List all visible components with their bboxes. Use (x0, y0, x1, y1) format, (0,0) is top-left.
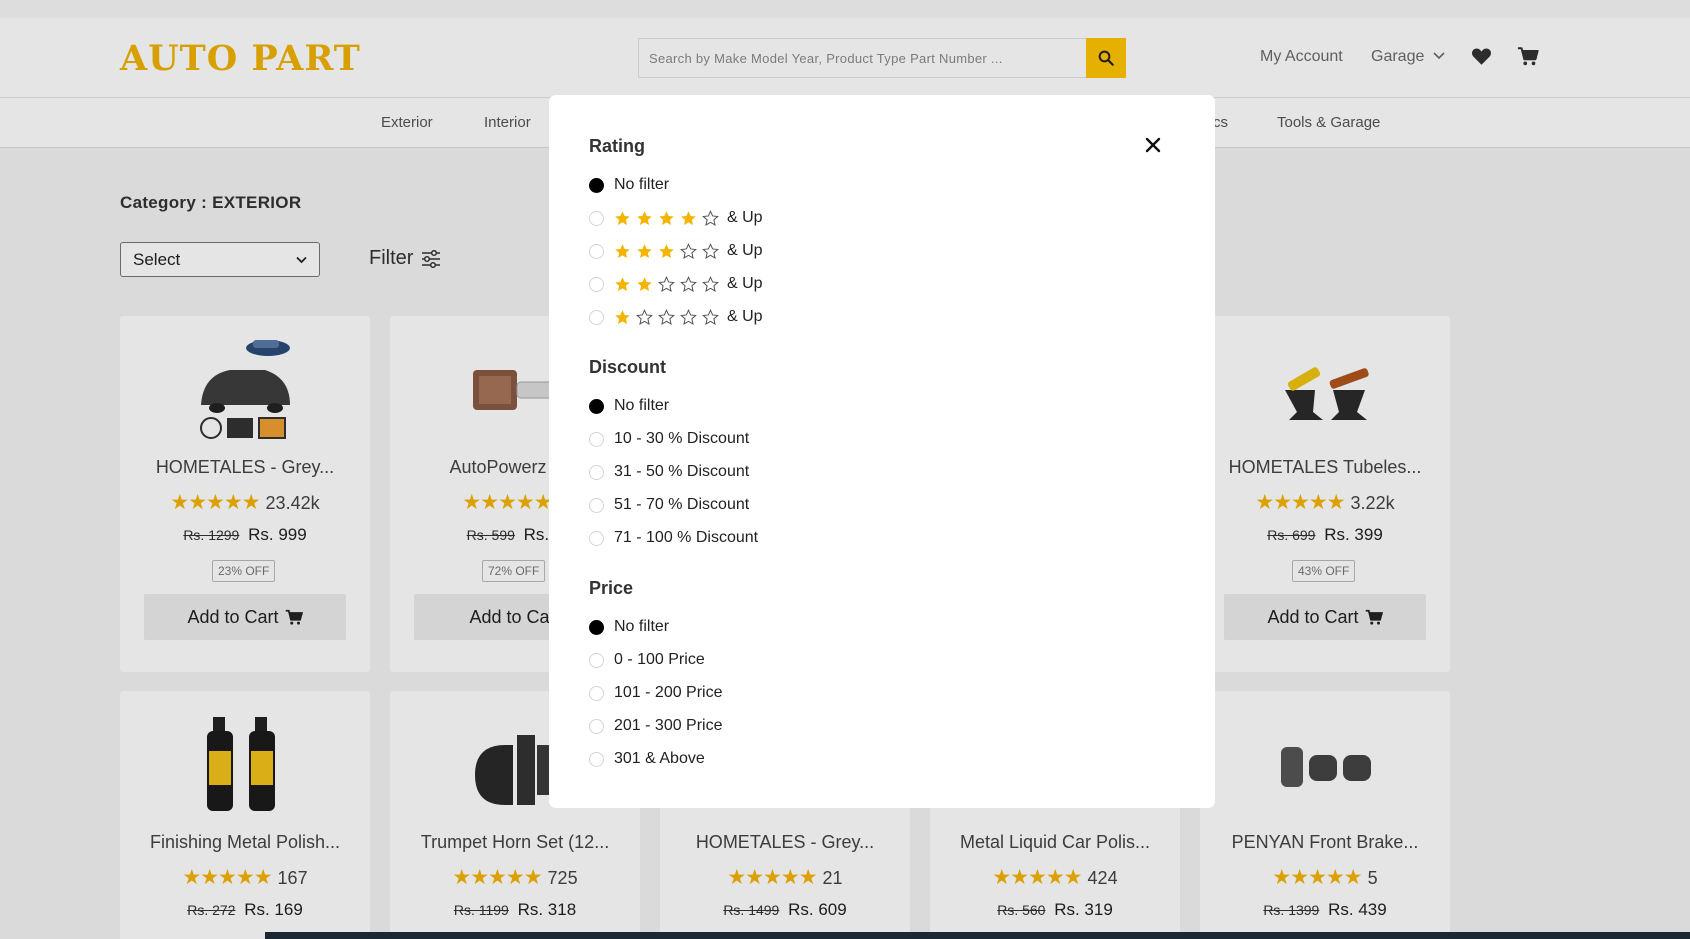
discount-option-none[interactable]: No filter (589, 396, 669, 416)
option-label: 71 - 100 % Discount (614, 529, 759, 546)
close-button[interactable] (1139, 131, 1167, 159)
option-label: & Up (727, 209, 763, 226)
filter-modal: Rating No filter & Up & Up & Up & Up Dis… (549, 95, 1215, 808)
radio-button[interactable] (589, 497, 604, 513)
option-label: & Up (727, 275, 763, 292)
radio-button[interactable] (589, 652, 604, 668)
star-empty-icon (702, 275, 719, 292)
price-option[interactable]: 201 - 300 Price (589, 716, 723, 736)
star-filled-icon (637, 210, 652, 225)
rating-stars (614, 275, 719, 293)
star-filled-icon (637, 276, 652, 291)
star-empty-icon (636, 308, 653, 325)
star-empty-icon (702, 308, 719, 325)
star-filled-icon (637, 243, 652, 258)
option-label: No filter (614, 176, 670, 193)
star-empty-icon (702, 209, 719, 226)
star-empty-icon (658, 308, 675, 325)
rating-stars (614, 209, 719, 227)
radio-selected[interactable] (589, 619, 604, 635)
option-label: No filter (614, 397, 670, 414)
radio-selected[interactable] (589, 398, 604, 414)
radio-selected[interactable] (589, 177, 604, 193)
radio-button[interactable] (589, 210, 604, 226)
radio-button[interactable] (589, 685, 604, 701)
discount-option[interactable]: 71 - 100 % Discount (589, 528, 758, 548)
option-label: & Up (727, 308, 763, 325)
radio-button[interactable] (589, 243, 604, 259)
rating-option-2[interactable]: & Up (589, 274, 763, 294)
discount-option[interactable]: 51 - 70 % Discount (589, 495, 749, 515)
star-filled-icon (615, 210, 630, 225)
discount-option[interactable]: 31 - 50 % Discount (589, 462, 749, 482)
star-empty-icon (680, 308, 697, 325)
option-label: & Up (727, 242, 763, 259)
star-filled-icon (615, 243, 630, 258)
radio-button[interactable] (589, 464, 604, 480)
rating-option-4[interactable]: & Up (589, 208, 763, 228)
price-option-none[interactable]: No filter (589, 617, 669, 637)
radio-button[interactable] (589, 276, 604, 292)
option-label: 0 - 100 Price (614, 651, 705, 668)
price-option[interactable]: 101 - 200 Price (589, 683, 723, 703)
star-filled-icon (615, 276, 630, 291)
star-empty-icon (680, 242, 697, 259)
price-option[interactable]: 0 - 100 Price (589, 650, 705, 670)
radio-button[interactable] (589, 431, 604, 447)
star-empty-icon (680, 275, 697, 292)
star-empty-icon (658, 275, 675, 292)
rating-option-1[interactable]: & Up (589, 307, 763, 327)
radio-button[interactable] (589, 309, 604, 325)
option-label: 201 - 300 Price (614, 717, 723, 734)
star-filled-icon (615, 309, 630, 324)
rating-section-title: Rating (589, 136, 645, 156)
option-label: 10 - 30 % Discount (614, 430, 750, 447)
rating-stars (614, 242, 719, 260)
star-filled-icon (681, 210, 696, 225)
discount-option[interactable]: 10 - 30 % Discount (589, 429, 749, 449)
price-section-title: Price (589, 578, 634, 598)
rating-stars (614, 308, 719, 326)
rating-option-none[interactable]: No filter (589, 175, 669, 195)
option-label: No filter (614, 618, 670, 635)
radio-button[interactable] (589, 718, 604, 734)
radio-button[interactable] (589, 530, 604, 546)
star-filled-icon (659, 243, 674, 258)
discount-section-title: Discount (589, 357, 667, 377)
close-icon (1145, 137, 1161, 153)
star-empty-icon (702, 242, 719, 259)
rating-option-3[interactable]: & Up (589, 241, 763, 261)
option-label: 51 - 70 % Discount (614, 496, 750, 513)
radio-button[interactable] (589, 751, 604, 767)
price-option[interactable]: 301 & Above (589, 749, 705, 769)
star-filled-icon (659, 210, 674, 225)
bottom-bar (265, 932, 1690, 939)
option-label: 301 & Above (614, 750, 705, 767)
option-label: 101 - 200 Price (614, 684, 723, 701)
option-label: 31 - 50 % Discount (614, 463, 750, 480)
